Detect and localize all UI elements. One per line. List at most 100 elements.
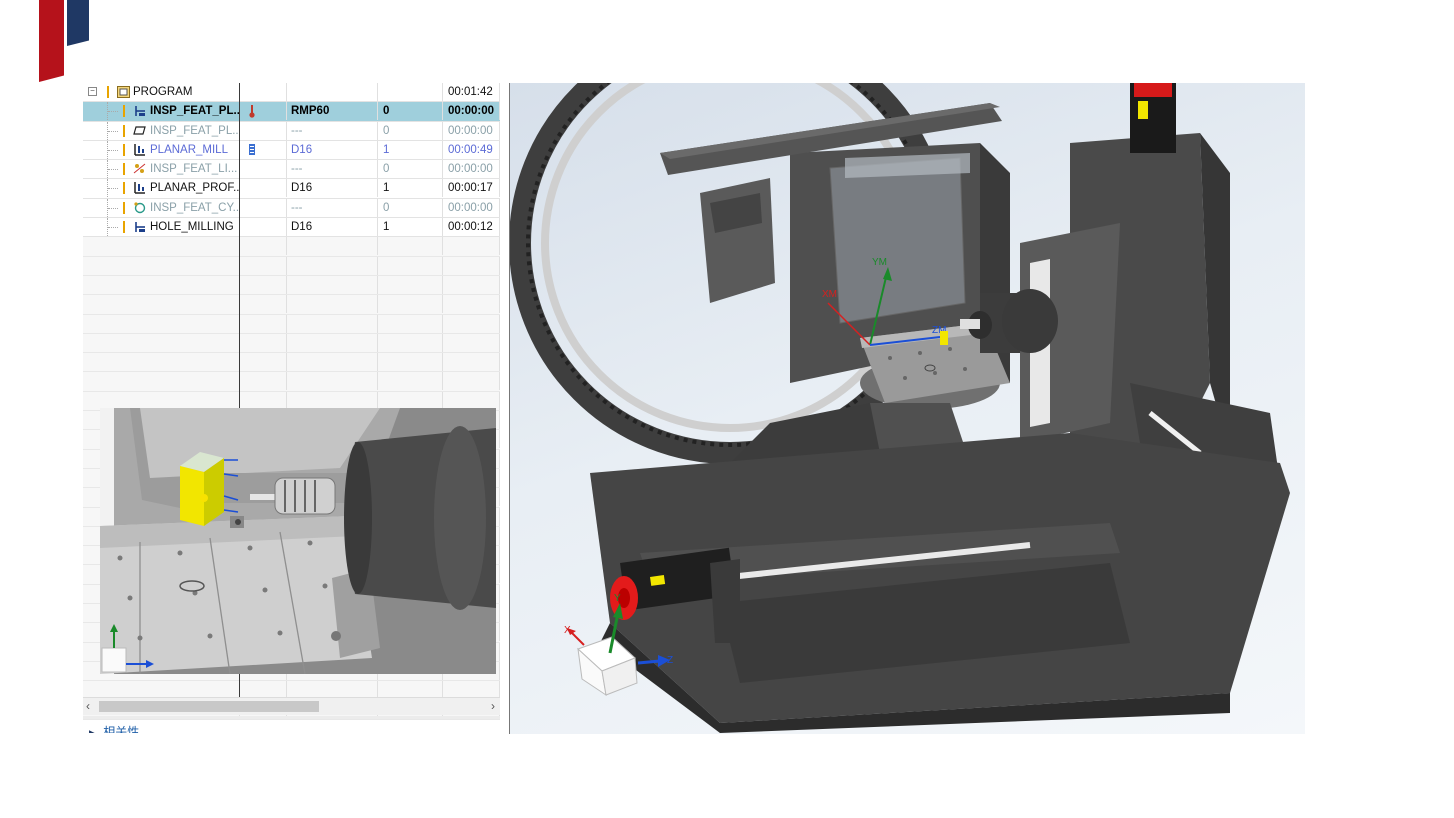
tool-cell: RMP60 [287, 102, 378, 121]
operation-name: HOLE_MILLING [150, 221, 234, 234]
status-flag-icon [123, 221, 125, 234]
gauge-icon [249, 143, 255, 155]
tool-cell: --- [287, 121, 378, 140]
horizontal-scrollbar[interactable]: ‹ › [83, 697, 500, 715]
time-cell: 00:00:17 [444, 179, 500, 198]
tool-cell: --- [287, 198, 378, 217]
empty-row [83, 333, 500, 354]
status-flag-icon [123, 105, 125, 118]
empty-row [83, 275, 500, 296]
probe-closeup-image [100, 408, 496, 674]
probe-operation-icon [135, 222, 145, 233]
empty-row [83, 353, 500, 373]
time-cell: 00:00:00 [444, 121, 500, 140]
panel-separator [83, 716, 500, 719]
tool-cell [287, 83, 378, 101]
operation-row[interactable]: PLANAR_PROF... D16 1 00:00:17 [83, 179, 500, 199]
tool-number-cell: 1 [379, 140, 443, 159]
brand-blue-bar [67, 0, 89, 46]
path-status-cell [240, 140, 287, 159]
operation-name-cell[interactable]: INSP_FEAT_CY... [83, 198, 240, 217]
operation-name-cell[interactable]: PLANAR_PROF... [83, 179, 240, 198]
tool-number-cell [379, 83, 443, 101]
mill-operation-icon [134, 182, 145, 195]
tool-cell: D16 [287, 179, 378, 198]
operation-name-cell[interactable]: INSP_FEAT_PL... [83, 102, 240, 121]
status-flag-icon [123, 124, 125, 137]
path-status-cell [240, 179, 287, 198]
expand-arrow-icon[interactable]: ▶ [89, 728, 96, 733]
dependencies-section[interactable]: ▶ 相关性 [89, 723, 139, 733]
time-cell: 00:00:12 [444, 218, 500, 237]
triad-label-y: Y [614, 593, 621, 604]
scroll-right-icon[interactable]: › [491, 698, 495, 715]
tool-cell: D16 [287, 140, 378, 159]
operation-name-cell[interactable]: INSP_FEAT_LI... [83, 160, 240, 179]
operation-row[interactable]: INSP_FEAT_PL... --- 0 00:00:00 [83, 121, 500, 141]
operation-name-cell[interactable]: PLANAR_MILL [83, 140, 240, 159]
graphics-viewport[interactable]: YM XM ZM X Y Z [510, 83, 1305, 734]
status-flag-icon [123, 201, 125, 214]
operation-row[interactable]: − PROGRAM 00:01:42 [83, 83, 500, 103]
scrollbar-thumb[interactable] [99, 701, 319, 712]
operation-row[interactable]: PLANAR_MILL D16 1 00:00:49 [83, 140, 500, 161]
axis-label-xm: XM [822, 289, 837, 300]
operation-name-cell[interactable]: HOLE_MILLING [83, 218, 240, 237]
thermometer-icon [249, 105, 255, 118]
dependencies-label: 相关性 [103, 725, 140, 733]
operation-name: INSP_FEAT_PL... [150, 105, 240, 118]
line-operation-icon [133, 163, 146, 174]
time-cell: 00:00:49 [444, 140, 500, 159]
status-flag-icon [123, 163, 125, 176]
cyl-operation-icon [134, 202, 146, 213]
empty-row [83, 256, 500, 276]
operation-name-cell[interactable]: INSP_FEAT_PL... [83, 121, 240, 140]
operation-name: PLANAR_MILL [150, 143, 228, 156]
path-status-cell [240, 121, 287, 140]
tool-cell: D16 [287, 218, 378, 237]
tool-number-cell: 0 [379, 160, 443, 179]
operation-name-cell[interactable]: − PROGRAM [83, 83, 240, 101]
operation-name: INSP_FEAT_CY... [150, 201, 240, 214]
operation-name: INSP_FEAT_LI... [150, 163, 238, 176]
triad-label-x: X [564, 625, 571, 636]
path-status-cell [240, 160, 287, 179]
path-status-cell [240, 83, 287, 101]
status-flag-icon [123, 182, 125, 195]
axis-label-ym: YM [872, 257, 887, 268]
program-group-icon [117, 86, 130, 98]
mill-operation-icon [134, 143, 145, 156]
time-cell: 00:00:00 [444, 198, 500, 217]
empty-row [83, 295, 500, 315]
status-flag-icon [123, 143, 125, 156]
tool-number-cell: 1 [379, 218, 443, 237]
time-cell: 00:01:42 [444, 83, 500, 101]
empty-row [83, 372, 500, 392]
tool-cell: --- [287, 160, 378, 179]
operation-row[interactable]: INSP_FEAT_LI... --- 0 00:00:00 [83, 160, 500, 180]
scroll-left-icon[interactable]: ‹ [86, 698, 90, 715]
probe-operation-icon [135, 106, 145, 117]
operation-name: PROGRAM [133, 86, 193, 98]
empty-row [83, 237, 500, 257]
status-flag-icon [107, 86, 109, 98]
time-cell: 00:00:00 [444, 102, 500, 121]
operation-row[interactable]: INSP_FEAT_PL... RMP60 0 00:00:00 [83, 102, 500, 122]
empty-row [83, 314, 500, 334]
brand-red-bar [39, 0, 64, 82]
tool-number-cell: 0 [379, 121, 443, 140]
path-status-cell [240, 218, 287, 237]
operation-name: PLANAR_PROF... [150, 182, 240, 195]
path-status-cell [240, 198, 287, 217]
triad-label-z: Z [667, 655, 673, 666]
tool-number-cell: 1 [379, 179, 443, 198]
operation-row[interactable]: HOLE_MILLING D16 1 00:00:12 [83, 218, 500, 238]
plane-operation-icon [133, 125, 146, 135]
collapse-icon[interactable]: − [88, 87, 97, 96]
tool-number-cell: 0 [379, 198, 443, 217]
time-cell: 00:00:00 [444, 160, 500, 179]
tool-number-cell: 0 [379, 102, 443, 121]
operation-name: INSP_FEAT_PL... [150, 124, 240, 137]
operation-row[interactable]: INSP_FEAT_CY... --- 0 00:00:00 [83, 198, 500, 219]
path-status-cell [240, 102, 287, 121]
